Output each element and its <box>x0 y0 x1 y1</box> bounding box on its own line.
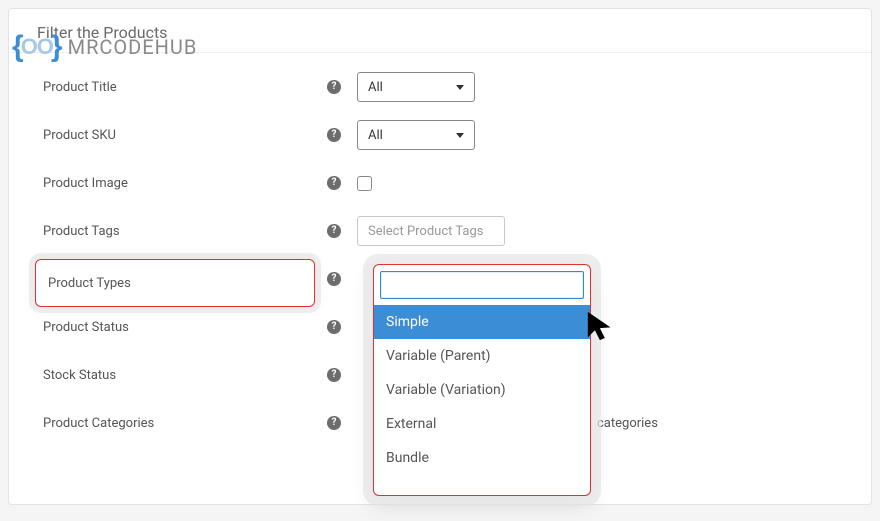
placeholder: Select Product Tags <box>368 224 484 239</box>
help-icon: ? <box>327 128 341 142</box>
row-product-status: Product Status ? <box>37 303 843 351</box>
help-stock-status[interactable]: ? <box>327 368 357 382</box>
select-value: All <box>368 80 383 95</box>
row-product-sku: Product SKU ? All <box>37 111 843 159</box>
help-product-tags[interactable]: ? <box>327 224 357 238</box>
row-product-types: ? <box>37 255 843 303</box>
row-product-title: Product Title ? All <box>37 63 843 111</box>
help-icon: ? <box>327 272 341 286</box>
categories-suffix-text: categories <box>597 416 658 431</box>
select-product-sku[interactable]: All <box>357 120 475 150</box>
label-product-categories: Product Categories <box>37 416 327 431</box>
help-icon: ? <box>327 368 341 382</box>
help-product-title[interactable]: ? <box>327 80 357 94</box>
row-stock-status: Stock Status ? <box>37 351 843 399</box>
help-product-status[interactable]: ? <box>327 320 357 334</box>
help-icon: ? <box>327 320 341 334</box>
label-product-title: Product Title <box>37 80 327 95</box>
chevron-down-icon <box>456 133 464 138</box>
input-product-tags[interactable]: Select Product Tags <box>357 216 505 246</box>
help-icon: ? <box>327 416 341 430</box>
select-product-title[interactable]: All <box>357 72 475 102</box>
panel-title: Filter the Products <box>9 9 871 53</box>
row-product-tags: Product Tags ? Select Product Tags <box>37 207 843 255</box>
filter-panel: Filter the Products Product Title ? All … <box>8 8 872 505</box>
label-product-sku: Product SKU <box>37 128 327 143</box>
row-product-categories: Product Categories ? categories <box>37 399 843 447</box>
panel-body: Product Title ? All Product SKU ? All Pr… <box>9 53 871 447</box>
label-product-tags: Product Tags <box>37 224 327 239</box>
checkbox-product-image[interactable] <box>357 176 372 191</box>
help-product-categories[interactable]: ? <box>327 416 357 430</box>
help-product-sku[interactable]: ? <box>327 128 357 142</box>
label-stock-status: Stock Status <box>37 368 327 383</box>
help-icon: ? <box>327 224 341 238</box>
chevron-down-icon <box>456 85 464 90</box>
row-product-image: Product Image ? <box>37 159 843 207</box>
help-icon: ? <box>327 80 341 94</box>
help-product-types[interactable]: ? <box>327 272 357 286</box>
help-product-image[interactable]: ? <box>327 176 357 190</box>
label-product-status: Product Status <box>37 320 327 335</box>
help-icon: ? <box>327 176 341 190</box>
label-product-image: Product Image <box>37 176 327 191</box>
select-value: All <box>368 128 383 143</box>
